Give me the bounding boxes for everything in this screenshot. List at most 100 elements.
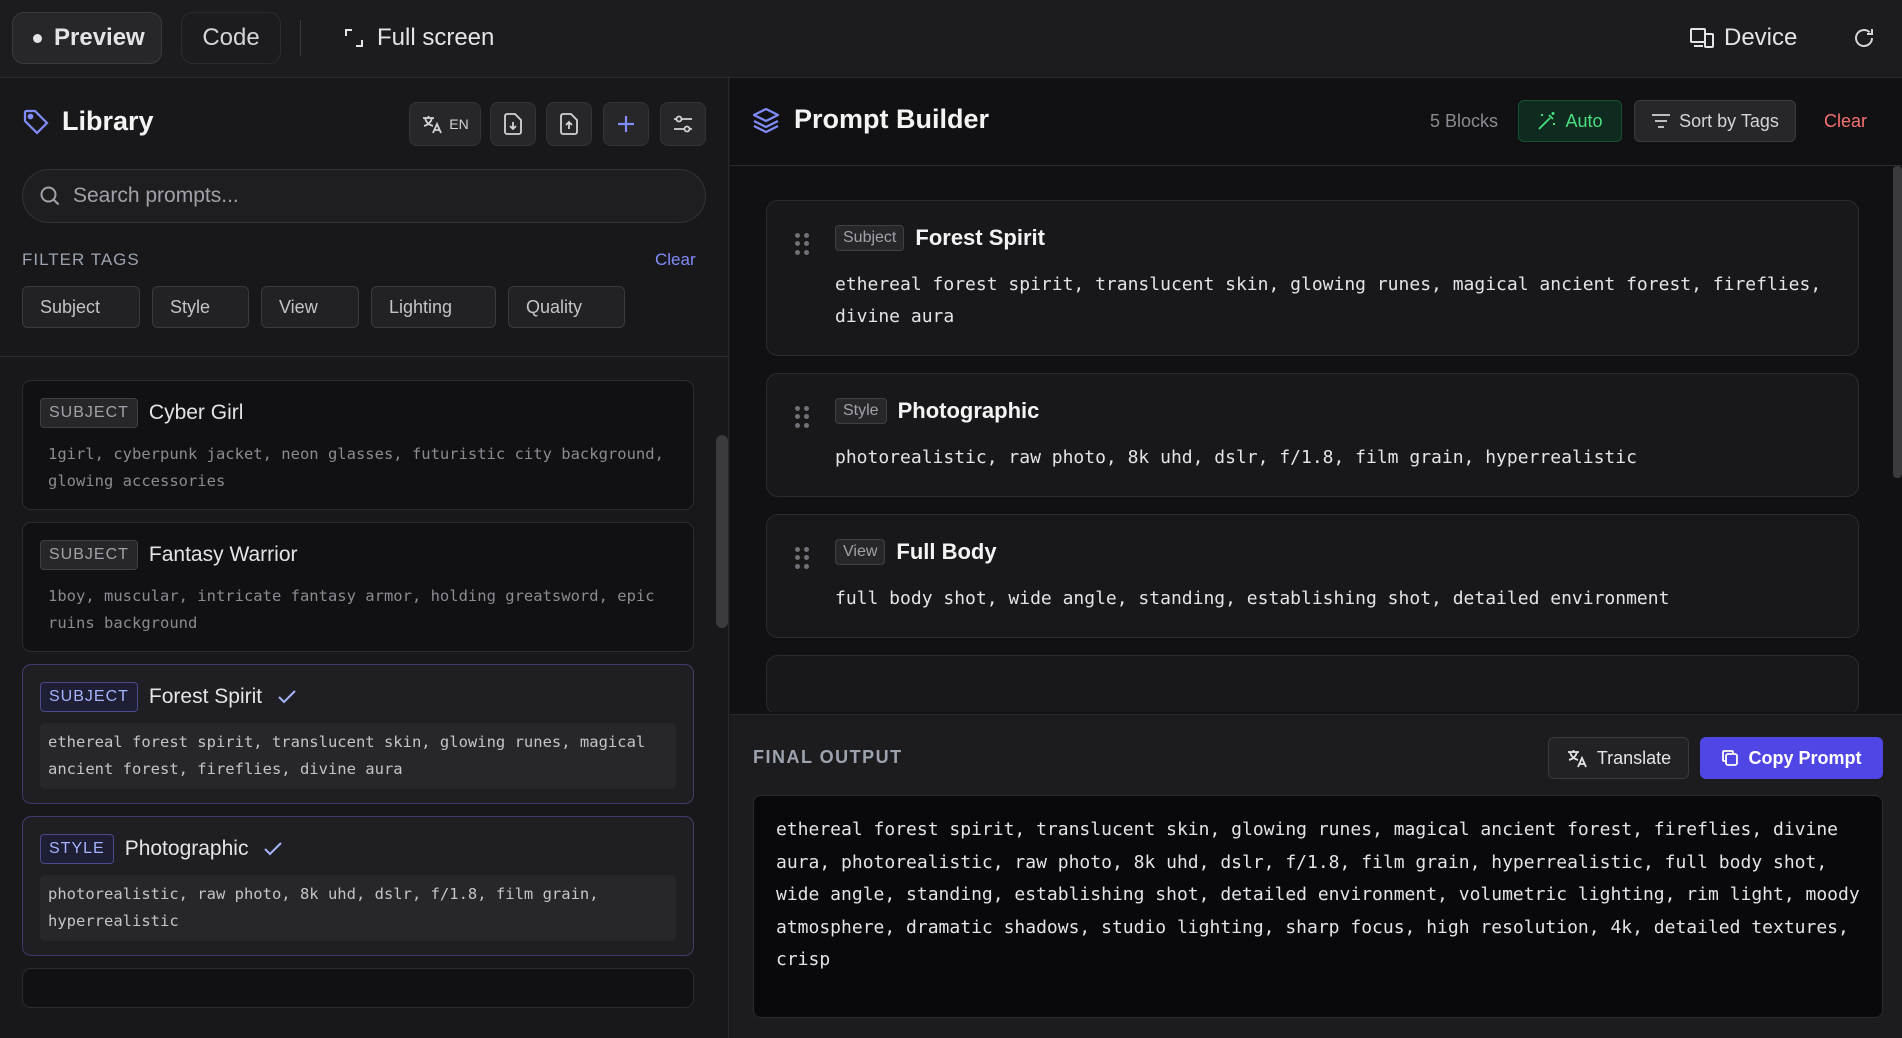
prompt-block[interactable]: Subject Forest Spirit ethereal forest sp… [766,200,1859,356]
translate-label: Translate [1596,747,1672,768]
search-input[interactable] [73,184,673,208]
item-name: Forest Spirit [148,685,263,708]
copy-label: Copy Prompt [1748,747,1862,768]
copy-icon [1722,750,1739,766]
translate-button[interactable]: Translate [1548,737,1689,779]
device-label: Device [1724,24,1798,51]
category-badge: SUBJECT [40,398,138,428]
prompt-builder-panel: Prompt Builder 5 Blocks Auto Sort by Tag… [730,78,1902,1038]
sort-by-tags-button[interactable]: Sort by Tags [1634,100,1796,142]
filter-tag-style[interactable]: Style [152,286,249,328]
filter-tag-lighting[interactable]: Lighting [371,286,496,328]
magic-wand-icon [1538,112,1556,130]
item-name: Cyber Girl [148,401,244,424]
refresh-button[interactable] [1853,12,1875,64]
export-button[interactable] [546,102,592,146]
item-prompt-text: photorealistic, raw photo, 8k uhd, dslr,… [40,875,676,941]
sliders-icon [674,115,692,133]
top-toolbar: Preview Code Full screen Device [0,0,1902,78]
translate-icon [423,116,443,134]
translate-icon [1567,750,1587,768]
layers-icon [752,107,780,133]
prompt-block[interactable] [766,655,1859,712]
library-item-selected[interactable]: SUBJECT Forest Spirit ethereal forest sp… [22,664,694,804]
block-name: Photographic [897,398,1040,423]
category-badge: SUBJECT [40,540,138,570]
add-prompt-button[interactable] [603,102,649,146]
filter-tags-label: FILTER TAGS [22,250,140,269]
block-text: ethereal forest spirit, translucent skin… [835,274,1822,327]
auto-label: Auto [1565,110,1603,131]
search-box[interactable] [22,169,706,223]
library-item[interactable]: SUBJECT Cyber Girl 1girl, cyberpunk jack… [22,380,694,510]
preview-tab[interactable]: Preview [12,12,162,64]
block-name: Forest Spirit [915,225,1045,250]
check-icon [278,690,296,704]
block-tag: Subject [835,225,905,251]
clear-blocks-button[interactable]: Clear [1824,111,1867,132]
fullscreen-label: Full screen [377,24,495,51]
device-icon [1690,28,1714,48]
filter-lines-icon [1652,114,1671,128]
block-tag: Style [835,398,887,424]
category-badge: STYLE [40,834,114,864]
prompt-block[interactable]: Style Photographic photorealistic, raw p… [766,373,1859,497]
filter-tag-subject[interactable]: Subject [22,286,140,328]
settings-button[interactable] [660,102,706,146]
item-prompt-text: ethereal forest spirit, translucent skin… [40,723,676,789]
refresh-icon [1855,29,1873,47]
item-name: Fantasy Warrior [148,543,298,566]
block-list: Subject Forest Spirit ethereal forest sp… [766,200,1859,712]
filter-tag-view[interactable]: View [261,286,359,328]
block-tag: View [835,539,886,565]
block-name: Full Body [896,539,997,564]
drag-handle-icon[interactable] [795,233,809,255]
library-title: Library [62,106,154,136]
file-download-icon [504,113,522,135]
auto-button[interactable]: Auto [1518,100,1622,142]
panel-divider [0,356,728,357]
category-badge: SUBJECT [40,682,138,712]
builder-title: Prompt Builder [794,104,990,134]
library-item-selected[interactable]: STYLE Photographic photorealistic, raw p… [22,816,694,956]
library-item[interactable] [22,968,694,1008]
file-upload-icon [560,113,578,135]
import-button[interactable] [490,102,536,146]
library-header: Library [22,106,154,137]
device-button[interactable]: Device [1690,12,1797,64]
preview-label: Preview [54,24,145,51]
item-name: Photographic [124,837,249,860]
filter-clear-link[interactable]: Clear [655,250,696,270]
builder-scrollbar[interactable] [1893,166,1902,478]
code-tab[interactable]: Code [181,12,281,64]
blocks-count: 5 Blocks [1430,111,1499,131]
final-output-label: FINAL OUTPUT [753,747,903,767]
expand-icon [345,29,363,47]
item-prompt-text: 1boy, muscular, intricate fantasy armor,… [48,587,655,632]
language-button[interactable]: EN [409,102,481,146]
block-text: full body shot, wide angle, standing, es… [835,588,1670,609]
fullscreen-button[interactable]: Full screen [345,12,494,64]
builder-header: Prompt Builder 5 Blocks Auto Sort by Tag… [730,78,1902,166]
final-output-text[interactable]: ethereal forest spirit, translucent skin… [753,795,1883,1018]
library-item[interactable]: SUBJECT Fantasy Warrior 1boy, muscular, … [22,522,694,652]
language-label: EN [449,116,469,132]
tag-icon [23,109,49,135]
library-list: SUBJECT Cyber Girl 1girl, cyberpunk jack… [22,380,694,1020]
filter-tag-quality[interactable]: Quality [508,286,625,328]
drag-handle-icon[interactable] [795,406,809,428]
library-panel: Library EN FILTER TAGS Clear Subjec [0,78,729,1038]
sort-label: Sort by Tags [1679,110,1779,131]
library-scrollbar[interactable] [716,435,728,628]
drag-handle-icon[interactable] [795,547,809,569]
copy-prompt-button[interactable]: Copy Prompt [1700,737,1883,779]
dot-icon [33,33,42,43]
final-output-section: FINAL OUTPUT Translate Copy Prompt ether… [730,714,1902,1038]
prompt-block[interactable]: View Full Body full body shot, wide angl… [766,514,1859,638]
toolbar-divider [300,20,301,56]
block-text: photorealistic, raw photo, 8k uhd, dslr,… [835,447,1637,468]
check-icon [264,842,283,856]
plus-icon [618,116,634,132]
code-label: Code [202,24,260,51]
search-icon [40,186,60,206]
